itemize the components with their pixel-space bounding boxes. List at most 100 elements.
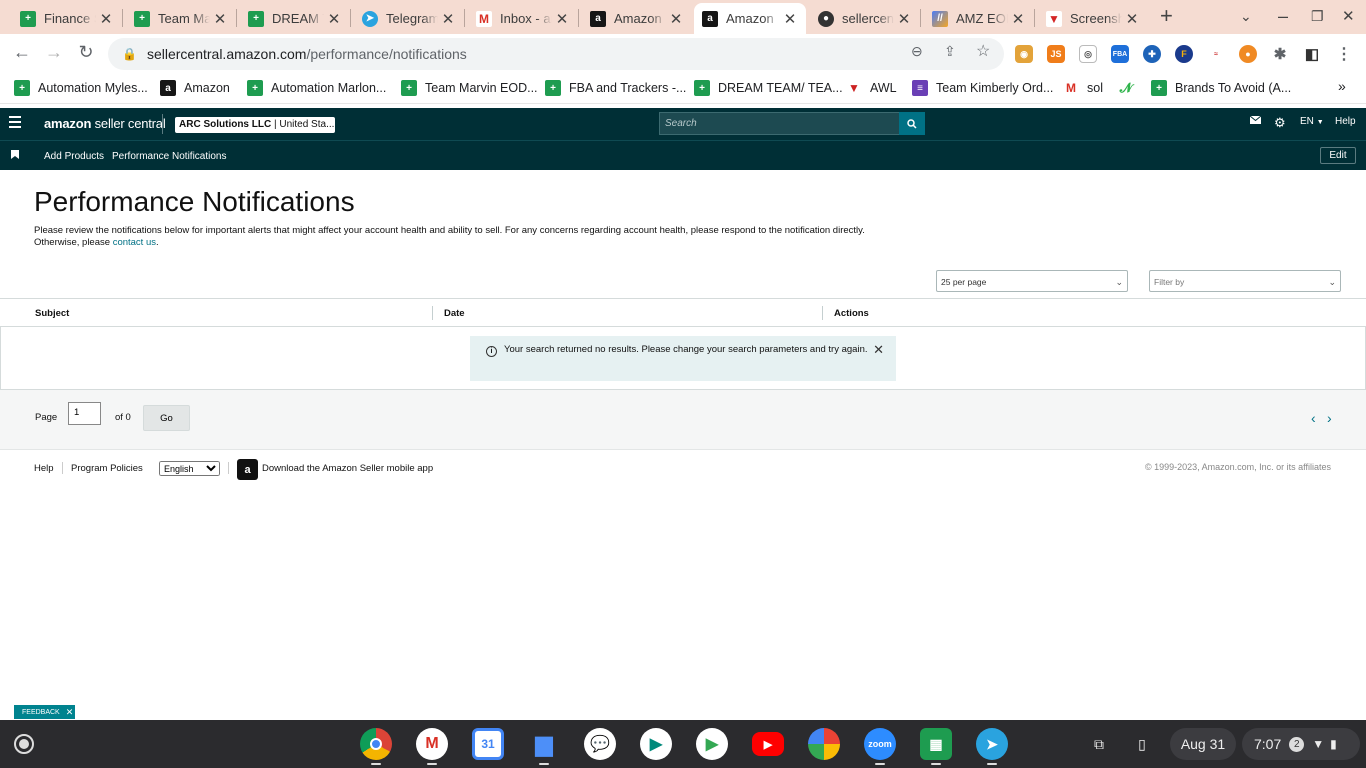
tab-finance[interactable]: + Finance S ✕	[12, 3, 122, 34]
chrome-icon[interactable]	[360, 728, 392, 760]
files-icon[interactable]: ▆	[528, 728, 560, 760]
next-page-icon[interactable]: ›	[1327, 410, 1332, 426]
close-icon[interactable]: ✕	[438, 10, 458, 28]
tab-inbox[interactable]: M Inbox - ar ✕	[468, 3, 578, 34]
youtube-icon[interactable]: ▶	[752, 732, 784, 756]
restore-icon[interactable]: ❐	[1311, 8, 1324, 25]
js-extension-icon[interactable]: JS	[1047, 45, 1065, 63]
zoom-icon[interactable]: zoom	[864, 728, 896, 760]
tab-sellercentral[interactable]: ● sellercent ✕	[810, 3, 920, 34]
account-switcher[interactable]: ARC Solutions LLC | United Sta...	[175, 117, 335, 133]
bookmark-item[interactable]: + Team Marvin EOD...	[401, 80, 538, 96]
footer-language-select[interactable]: English	[159, 461, 220, 476]
play-store-icon[interactable]: ▶	[696, 728, 728, 760]
contact-us-link[interactable]: contact us	[113, 237, 156, 248]
download-app-link[interactable]: Download the Amazon Seller mobile app	[262, 463, 433, 474]
tab-search-icon[interactable]: ⌄	[1240, 8, 1252, 25]
bookmark-item[interactable]: ▼ AWL	[846, 80, 897, 96]
subnav-add-products[interactable]: Add Products	[44, 151, 104, 162]
feedback-button[interactable]: FEEDBACK ✕	[14, 705, 75, 719]
close-icon[interactable]: ✕	[96, 10, 116, 28]
back-icon[interactable]: ←	[10, 42, 34, 63]
phone-hub-icon[interactable]: ▯	[1126, 728, 1158, 760]
tab-amz-eod[interactable]: // AMZ EOD ✕	[924, 3, 1034, 34]
close-icon[interactable]: ✕	[324, 10, 344, 28]
help-link[interactable]: Help	[1335, 116, 1356, 127]
close-icon[interactable]: ✕	[552, 10, 572, 28]
status-tray[interactable]: 7:07 2 ▼ ▮	[1242, 728, 1360, 760]
close-icon[interactable]: ✕	[1122, 10, 1142, 28]
gmail-icon[interactable]: M	[416, 728, 448, 760]
close-window-icon[interactable]: ✕	[1342, 7, 1355, 25]
tab-team-ma[interactable]: + Team Ma ✕	[126, 3, 236, 34]
bookmark-item[interactable]: Msol	[1063, 80, 1103, 96]
bookmark-item[interactable]: + Brands To Avoid (A...	[1151, 80, 1291, 96]
search-button[interactable]	[899, 112, 925, 135]
close-icon[interactable]: ✕	[894, 10, 914, 28]
tab-amazon-1[interactable]: a Amazon ✕	[582, 3, 692, 34]
puzzle-icon[interactable]: ✱	[1271, 45, 1289, 63]
mail-icon[interactable]	[1249, 115, 1262, 127]
forward-icon[interactable]: →	[42, 42, 66, 63]
seller-central-logo[interactable]: amazon seller central	[44, 116, 166, 131]
launcher-icon[interactable]	[14, 734, 34, 754]
bookmark-item[interactable]: a Amazon	[160, 80, 230, 96]
program-policies-link[interactable]: Program Policies	[71, 463, 143, 474]
bookmark-pin-icon[interactable]	[11, 150, 19, 162]
page-number-input[interactable]: 1	[68, 402, 101, 425]
tab-amazon-active[interactable]: a Amazon ✕	[694, 3, 806, 34]
sheets-icon[interactable]: ▦	[920, 728, 952, 760]
reload-icon[interactable]: ↻	[74, 42, 98, 63]
column-subject[interactable]: Subject	[35, 308, 69, 319]
photos-icon[interactable]	[808, 728, 840, 760]
side-panel-icon[interactable]: ◧	[1303, 45, 1321, 63]
language-selector[interactable]: EN ▼	[1300, 116, 1324, 127]
calendar-icon[interactable]: 31	[472, 728, 504, 760]
meet-icon[interactable]: ▶	[640, 728, 672, 760]
go-button[interactable]: Go	[143, 405, 190, 431]
bookmark-item[interactable]: + FBA and Trackers -...	[545, 80, 686, 96]
hamburger-menu-icon[interactable]	[9, 116, 21, 131]
bookmark-star-icon[interactable]: ☆	[976, 41, 990, 61]
bookmark-item[interactable]: ≡ Team Kimberly Ord...	[912, 80, 1053, 96]
bookmark-item[interactable]: 𝓝	[1118, 80, 1142, 96]
address-bar[interactable]: 🔒 sellercentral.amazon.com/performance/n…	[108, 38, 1004, 70]
close-icon[interactable]: ✕	[66, 707, 74, 718]
telegram-icon[interactable]: ➤	[976, 728, 1008, 760]
date-tray[interactable]: Aug 31	[1170, 728, 1236, 760]
tab-screenshot[interactable]: ▼ Screensh ✕	[1038, 3, 1148, 34]
zoom-icon[interactable]: ⊖	[911, 43, 923, 60]
bookmark-item[interactable]: + Automation Marlon...	[247, 80, 386, 96]
tab-dream-team[interactable]: + DREAM T ✕	[240, 3, 350, 34]
extension-icon[interactable]: ◎	[1079, 45, 1097, 63]
new-tab-button[interactable]: +	[1160, 3, 1173, 29]
filter-select[interactable]: Filter by ⌄	[1149, 270, 1341, 292]
extension-icon[interactable]: F	[1175, 45, 1193, 63]
bookmarks-overflow-icon[interactable]: »	[1338, 78, 1346, 94]
extension-icon[interactable]: ✚	[1143, 45, 1161, 63]
extension-icon[interactable]: ◉	[1015, 45, 1033, 63]
close-icon[interactable]: ✕	[210, 10, 230, 28]
bookmark-item[interactable]: + Automation Myles...	[14, 80, 148, 96]
share-icon[interactable]: ⇪	[944, 43, 956, 60]
per-page-select[interactable]: 25 per page ⌄	[936, 270, 1128, 292]
messages-icon[interactable]: 💬	[584, 728, 616, 760]
subnav-performance-notifications[interactable]: Performance Notifications	[112, 151, 227, 162]
more-menu-icon[interactable]: ⋮	[1335, 45, 1353, 63]
settings-gear-icon[interactable]: ⚙	[1274, 115, 1286, 131]
extension-icon[interactable]: ≈	[1207, 45, 1225, 63]
previous-page-icon[interactable]: ‹	[1311, 410, 1316, 426]
bookmark-item[interactable]: + DREAM TEAM/ TEA...	[694, 80, 843, 96]
search-input[interactable]: Search	[659, 112, 900, 135]
holding-space-icon[interactable]: ⧉	[1082, 728, 1116, 760]
tab-telegram[interactable]: ➤ Telegram ✕	[354, 3, 464, 34]
close-icon[interactable]: ✕	[873, 343, 884, 356]
extension-icon[interactable]: ●	[1239, 45, 1257, 63]
close-icon[interactable]: ✕	[666, 10, 686, 28]
close-icon[interactable]: ✕	[780, 10, 800, 28]
minimize-icon[interactable]: –	[1278, 6, 1288, 27]
close-icon[interactable]: ✕	[1008, 10, 1028, 28]
edit-button[interactable]: Edit	[1320, 147, 1356, 164]
footer-help-link[interactable]: Help	[34, 463, 54, 474]
column-date[interactable]: Date	[444, 308, 465, 319]
